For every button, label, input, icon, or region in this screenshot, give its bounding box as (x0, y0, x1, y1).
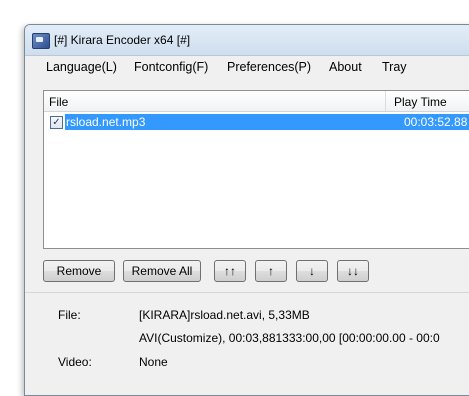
file-list[interactable]: File Play Time ✓ rsload.net.mp3 00:03:52… (43, 90, 469, 249)
menu-preferences[interactable]: Preferences(P) (227, 60, 311, 74)
video-label: Video: (58, 355, 92, 369)
file-label: File: (58, 308, 81, 322)
file-info-panel: File: [KIRARA]rsload.net.avi, 5,33MB AVI… (25, 292, 469, 395)
file-list-header: File Play Time (44, 91, 469, 112)
menu-language[interactable]: Language(L) (46, 60, 117, 74)
video-value: None (139, 355, 168, 369)
menu-tray[interactable]: Tray (382, 60, 407, 74)
title-bar[interactable]: [#] Kirara Encoder x64 [#] (25, 25, 469, 56)
column-header-play-time[interactable]: Play Time (394, 95, 447, 109)
file-detail: AVI(Customize), 00:03,881333:00,00 [00:0… (139, 331, 440, 345)
move-bottom-button[interactable]: ↓↓ (337, 260, 369, 282)
window-title: [#] Kirara Encoder x64 [#] (54, 33, 191, 47)
remove-all-button[interactable]: Remove All (123, 260, 201, 282)
row-play-time: 00:03:52.88 (385, 114, 469, 130)
file-value: [KIRARA]rsload.net.avi, 5,33MB (139, 308, 310, 322)
menu-about[interactable]: About (329, 60, 362, 74)
menu-fontconfig[interactable]: Fontconfig(F) (134, 60, 208, 74)
app-window: [#] Kirara Encoder x64 [#] Language(L) F… (24, 24, 469, 396)
app-icon (32, 33, 50, 49)
remove-button[interactable]: Remove (43, 260, 115, 282)
move-down-button[interactable]: ↓ (296, 260, 328, 282)
row-checkbox[interactable]: ✓ (50, 116, 63, 129)
column-divider[interactable] (385, 91, 386, 111)
column-header-file[interactable]: File (49, 95, 68, 109)
move-up-button[interactable]: ↑ (255, 260, 287, 282)
row-file-name: rsload.net.mp3 (65, 114, 386, 130)
move-top-button[interactable]: ↑↑ (214, 260, 246, 282)
file-list-row[interactable]: ✓ rsload.net.mp3 00:03:52.88 (44, 113, 469, 131)
menu-bar: Language(L) Fontconfig(F) Preferences(P)… (25, 56, 469, 78)
